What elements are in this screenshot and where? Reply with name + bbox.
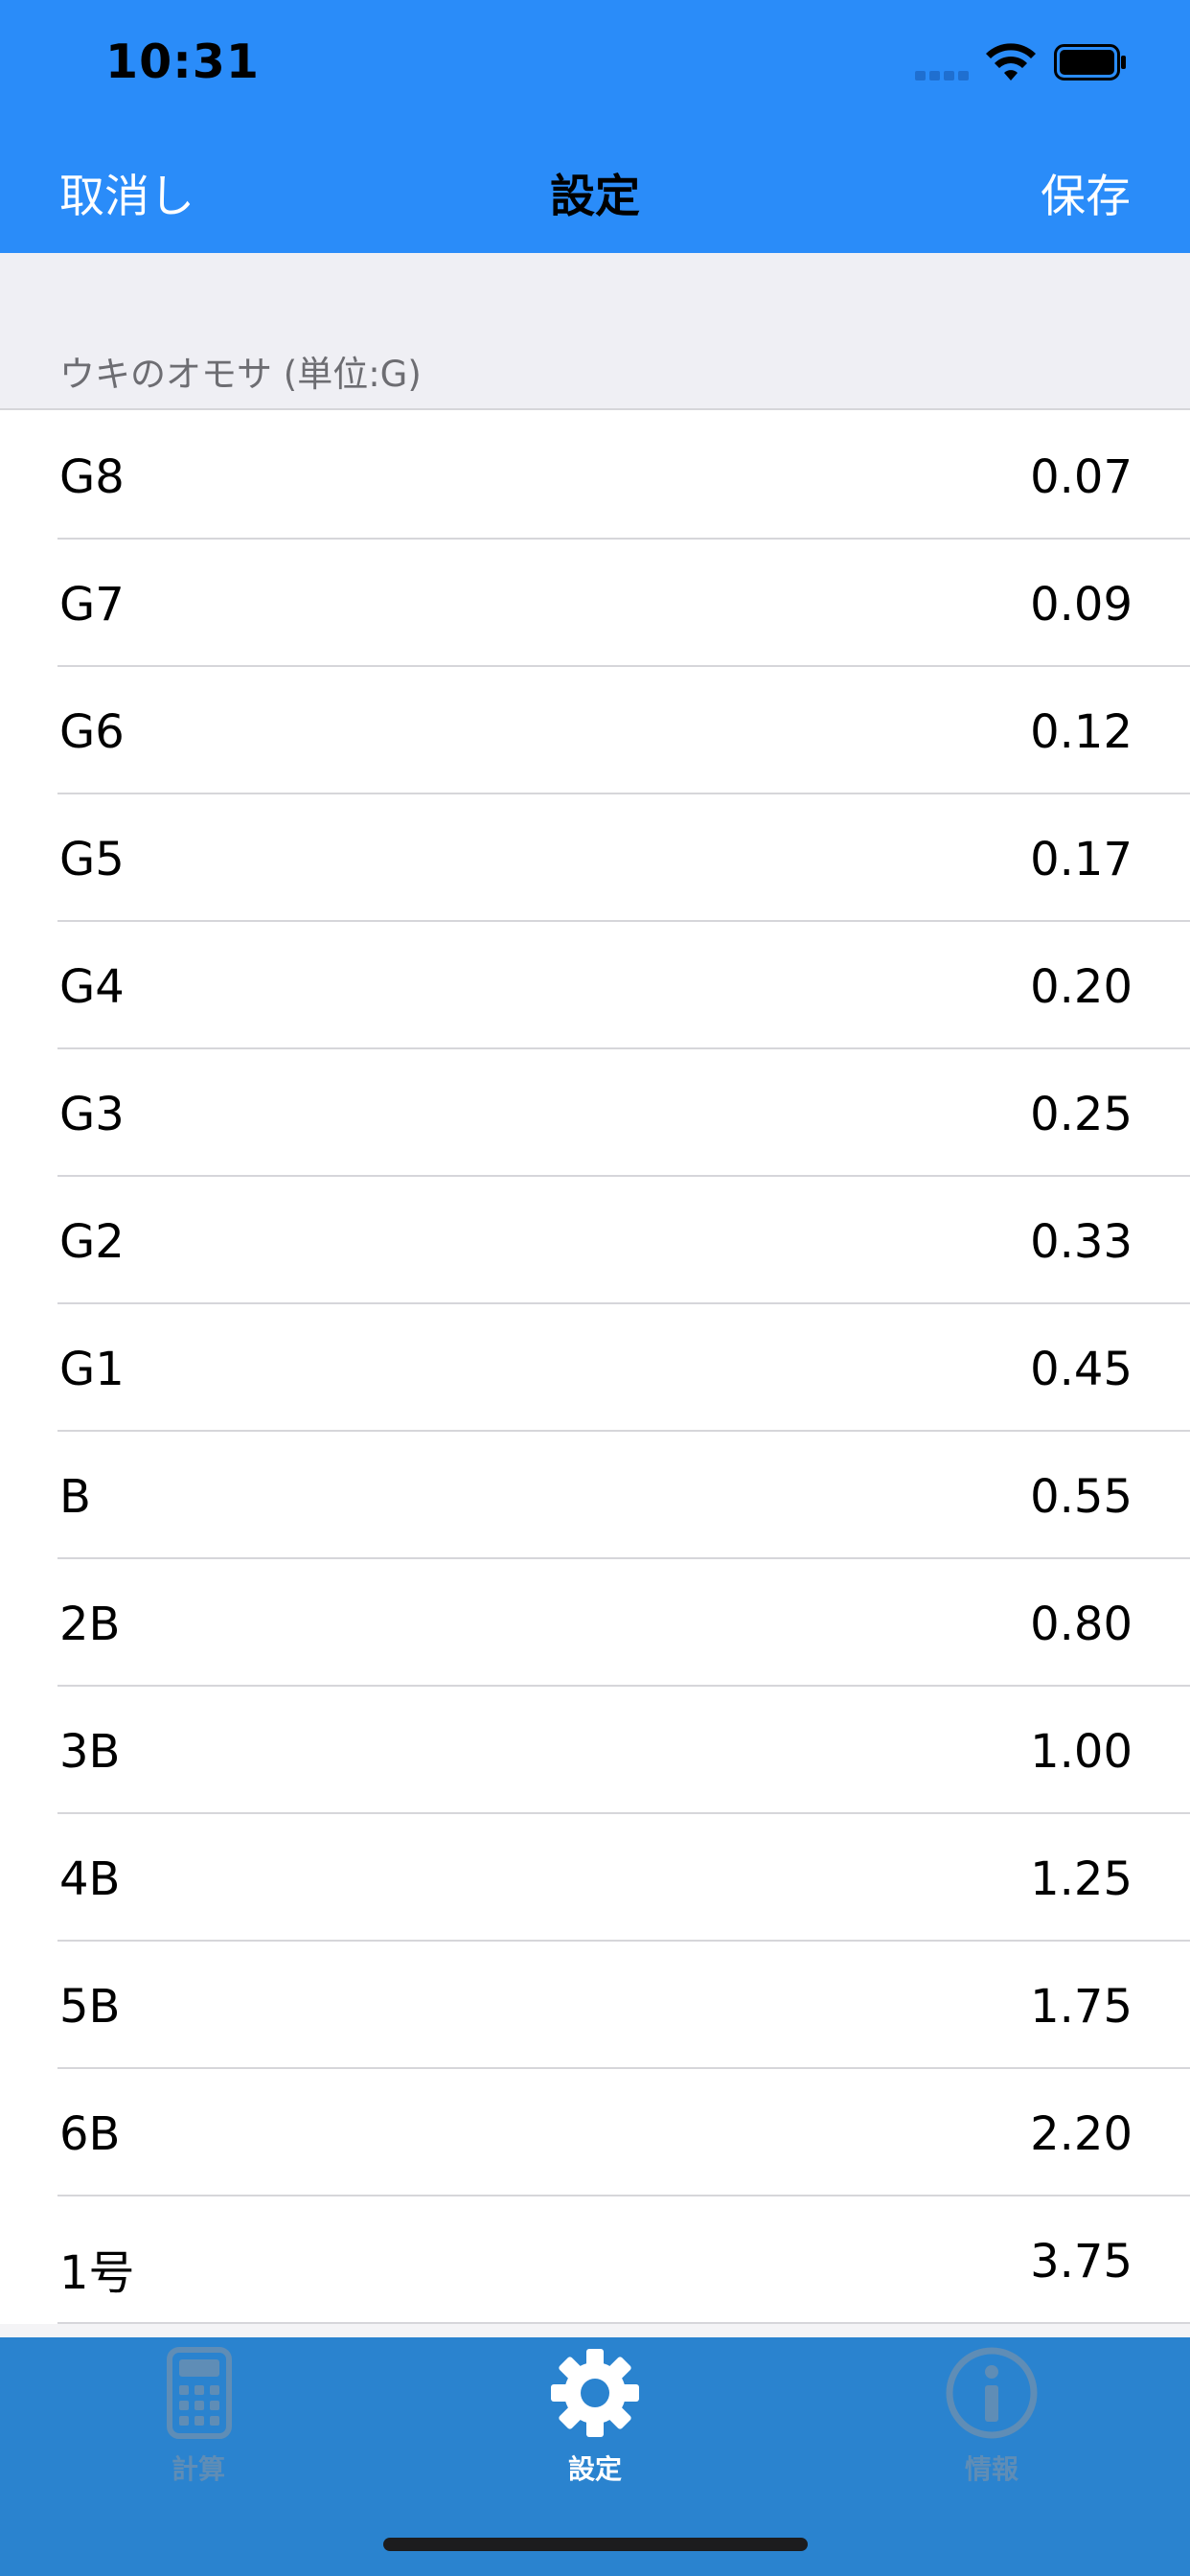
row-label: G6 (59, 705, 125, 759)
row-label: G8 (59, 450, 125, 504)
row-value[interactable]: 0.33 (1030, 1215, 1133, 1269)
row-label: G1 (59, 1343, 125, 1396)
list-item[interactable]: 3B 1.00 (0, 1687, 1190, 1814)
list-item[interactable]: B 0.55 (0, 1432, 1190, 1559)
save-button[interactable]: 保存 (1041, 159, 1131, 225)
list-item[interactable]: G5 0.17 (0, 794, 1190, 922)
cancel-button[interactable]: 取消し (59, 159, 195, 225)
row-value[interactable]: 2.20 (1030, 2107, 1133, 2161)
weight-list: G8 0.07 G7 0.09 G6 0.12 G5 0.17 G4 0.20 … (0, 412, 1190, 2324)
row-value[interactable]: 0.09 (1030, 578, 1133, 632)
status-time: 10:31 (105, 34, 260, 89)
list-item[interactable]: G8 0.07 (0, 412, 1190, 540)
cellular-signal-icon (915, 71, 969, 80)
settings-screen: 10:31 取消し 設定 保存 ウキのオモサ (単位:G) G8 0.07 G7… (0, 0, 1190, 2576)
list-item[interactable]: G3 0.25 (0, 1049, 1190, 1177)
tab-info[interactable]: 情報 (793, 2337, 1190, 2500)
row-label: B (59, 1470, 91, 1524)
row-label: G3 (59, 1088, 125, 1141)
info-icon (946, 2347, 1038, 2439)
row-value[interactable]: 1.00 (1030, 1725, 1133, 1779)
list-item[interactable]: G2 0.33 (0, 1177, 1190, 1304)
row-value[interactable]: 0.80 (1030, 1598, 1133, 1651)
row-label: G4 (59, 960, 125, 1014)
tab-settings[interactable]: 設定 (397, 2337, 793, 2500)
gear-icon (551, 2349, 639, 2437)
row-value[interactable]: 0.17 (1030, 833, 1133, 886)
row-label: G5 (59, 833, 125, 886)
list-item[interactable]: G7 0.09 (0, 540, 1190, 667)
row-value[interactable]: 3.75 (1030, 2235, 1133, 2288)
list-item[interactable]: G6 0.12 (0, 667, 1190, 794)
row-label: 4B (59, 1852, 121, 1906)
row-value[interactable]: 0.07 (1030, 450, 1133, 504)
row-value[interactable]: 0.45 (1030, 1343, 1133, 1396)
row-label: G2 (59, 1215, 125, 1269)
tab-label: 情報 (964, 2453, 1018, 2485)
navigation-header: 10:31 取消し 設定 保存 (0, 0, 1190, 253)
section-title: ウキのオモサ (単位:G) (59, 354, 422, 395)
list-item[interactable]: 1号 3.75 (0, 2196, 1190, 2324)
list-item[interactable]: 6B 2.20 (0, 2069, 1190, 2196)
tab-calculate[interactable]: 計算 (0, 2337, 397, 2500)
row-label: 3B (59, 1725, 121, 1779)
list-item[interactable]: 4B 1.25 (0, 1814, 1190, 1942)
list-continuation (0, 2324, 1190, 2337)
wifi-icon (986, 43, 1036, 80)
row-value[interactable]: 0.20 (1030, 960, 1133, 1014)
row-value[interactable]: 0.25 (1030, 1088, 1133, 1141)
row-label: 5B (59, 1980, 121, 2034)
tab-label: 設定 (567, 2453, 622, 2485)
row-value[interactable]: 0.55 (1030, 1470, 1133, 1524)
battery-icon (1054, 44, 1126, 80)
tab-label: 計算 (171, 2453, 225, 2485)
home-indicator[interactable] (383, 2538, 808, 2551)
row-label: 1号 (59, 2246, 135, 2300)
list-item[interactable]: 5B 1.75 (0, 1942, 1190, 2069)
row-label: 6B (59, 2107, 121, 2161)
row-value[interactable]: 1.75 (1030, 1980, 1133, 2034)
row-label: 2B (59, 1598, 121, 1651)
list-item[interactable]: G1 0.45 (0, 1304, 1190, 1432)
list-item[interactable]: G4 0.20 (0, 922, 1190, 1049)
row-value[interactable]: 1.25 (1030, 1852, 1133, 1906)
list-item[interactable]: 2B 0.80 (0, 1559, 1190, 1687)
row-label: G7 (59, 578, 125, 632)
calculator-icon (167, 2347, 232, 2439)
row-value[interactable]: 0.12 (1030, 705, 1133, 759)
